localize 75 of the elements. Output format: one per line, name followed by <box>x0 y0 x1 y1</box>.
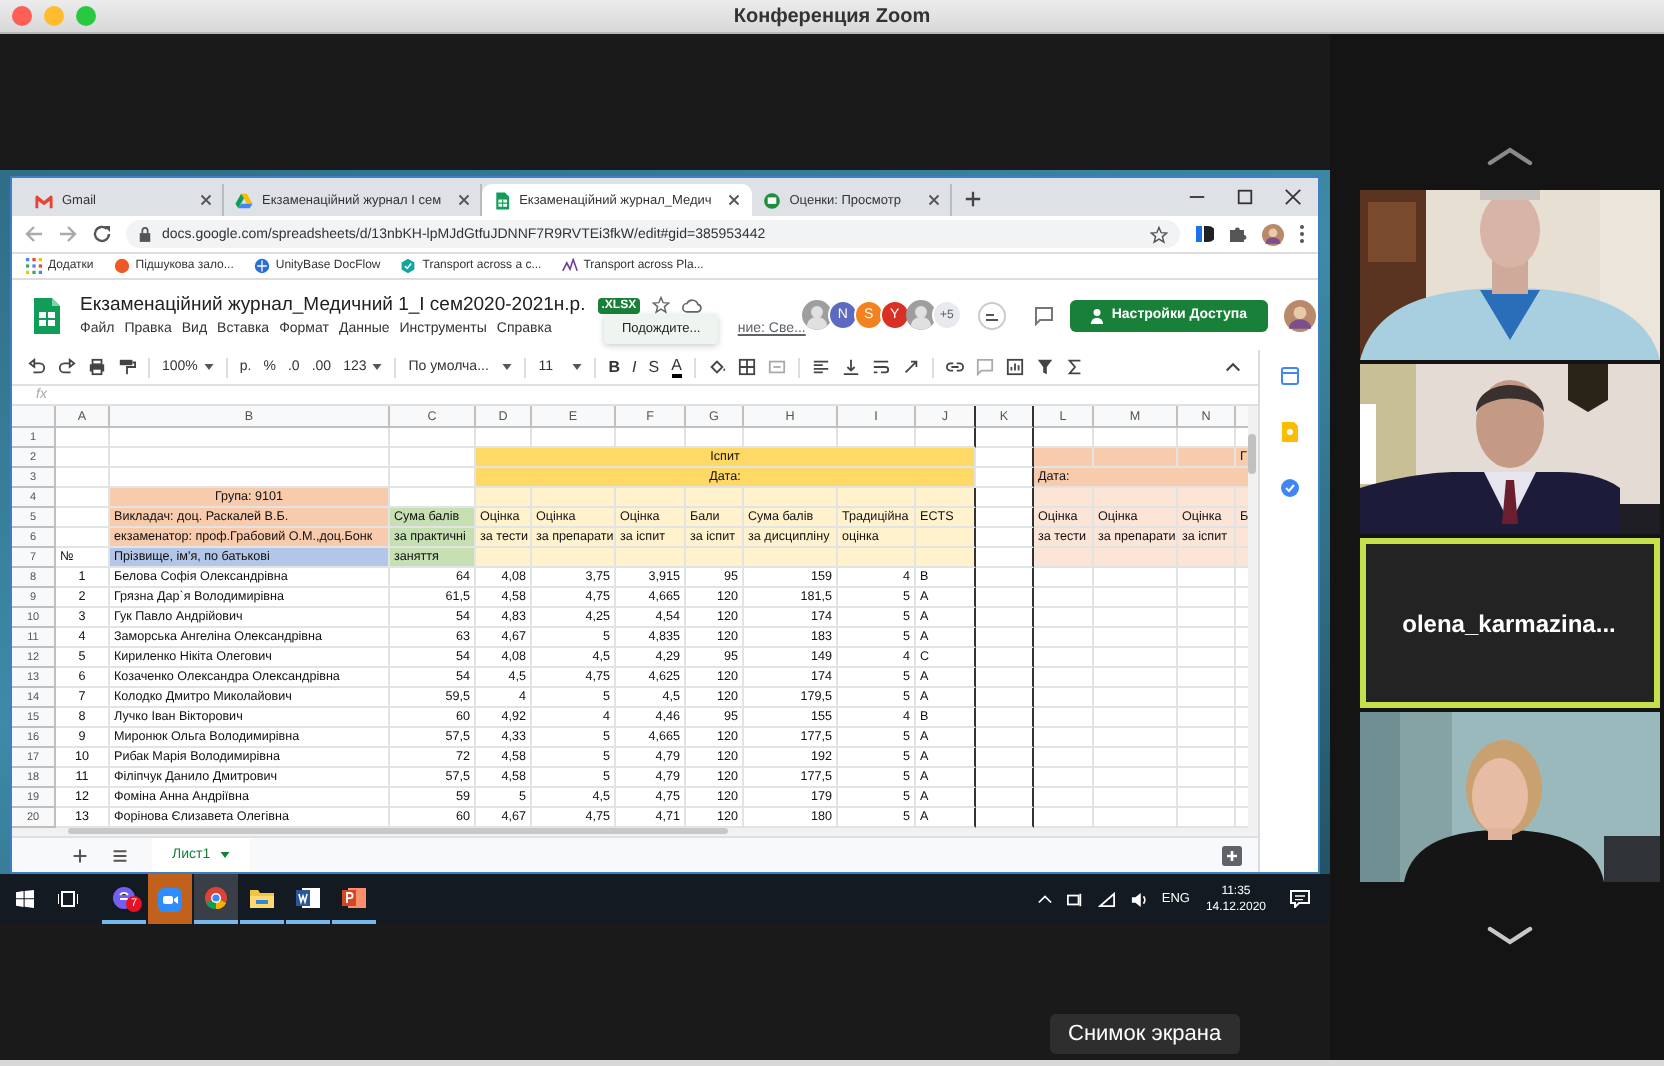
person-icon <box>1089 307 1104 323</box>
profile-avatar-icon[interactable] <box>1283 299 1316 331</box>
circle-icon <box>113 258 130 274</box>
profile-avatar-icon[interactable] <box>1262 223 1284 245</box>
apps-icon <box>26 258 42 274</box>
lock-icon <box>138 226 152 242</box>
plus-icon[interactable] <box>963 190 982 208</box>
sheet-list-icon[interactable] <box>112 847 128 863</box>
text-wrap-icon[interactable] <box>871 358 890 376</box>
caret-icon <box>572 364 583 370</box>
document-icon <box>296 885 320 909</box>
chevron-down-icon[interactable] <box>1485 926 1533 946</box>
caret-icon <box>203 364 214 370</box>
presentation-icon <box>342 885 366 909</box>
sheets-icon <box>491 191 512 209</box>
text-rotation-icon[interactable] <box>901 358 920 376</box>
caret-icon <box>372 364 383 370</box>
participant-name: olena_karmazina... <box>1402 609 1616 637</box>
chart-icon <box>561 258 578 274</box>
tasks-icon[interactable] <box>1279 478 1299 498</box>
star-icon[interactable] <box>1150 225 1168 243</box>
close-icon[interactable] <box>1284 188 1302 206</box>
text-color-button[interactable]: A <box>671 357 682 377</box>
star-icon[interactable] <box>652 296 671 314</box>
windows-start-icon[interactable] <box>16 890 34 908</box>
maximize-icon[interactable] <box>1236 188 1254 206</box>
sheets-logo-icon[interactable] <box>34 297 60 333</box>
link-icon[interactable] <box>945 358 964 376</box>
wifi-icon[interactable] <box>1097 891 1116 907</box>
user-avatar-icon[interactable] <box>801 300 832 330</box>
network-icon[interactable] <box>1065 891 1084 907</box>
print-icon[interactable] <box>88 358 106 376</box>
caret-icon <box>502 364 513 370</box>
filter-icon[interactable] <box>1035 358 1054 376</box>
paint-format-icon[interactable] <box>118 358 136 376</box>
add-sheet-icon[interactable] <box>72 847 88 863</box>
video-tile[interactable]: olena_karmazina... <box>1359 538 1659 708</box>
comment-icon[interactable] <box>1033 305 1054 325</box>
chrome-icon <box>204 885 228 909</box>
classroom-icon <box>761 191 782 209</box>
sigma-icon[interactable] <box>1065 358 1084 376</box>
menu-icon[interactable] <box>1298 224 1306 244</box>
chart-icon[interactable] <box>1005 358 1024 376</box>
hexagon-icon <box>400 258 417 274</box>
reload-icon[interactable] <box>92 224 112 244</box>
taskbar-app[interactable] <box>194 874 238 924</box>
fill-color-icon[interactable] <box>707 358 726 376</box>
notification-icon[interactable] <box>1290 890 1310 908</box>
video-camera-icon <box>158 887 182 911</box>
speaker-icon[interactable] <box>1129 891 1148 907</box>
caret-icon <box>220 852 231 858</box>
extension-icon[interactable] <box>1194 224 1214 244</box>
tooltip: Снимок экрана <box>1050 1014 1240 1054</box>
gmail-icon <box>34 191 54 209</box>
explore-icon[interactable] <box>1222 845 1242 865</box>
collapse-icon[interactable] <box>1224 358 1242 376</box>
borders-icon[interactable] <box>737 358 756 376</box>
window-title: Конференция Zoom <box>733 5 931 27</box>
align-left-icon[interactable] <box>811 358 830 376</box>
folder-icon <box>250 885 274 909</box>
cloud-icon[interactable] <box>682 297 703 313</box>
puzzle-icon[interactable] <box>1228 224 1248 244</box>
bold-button[interactable]: B <box>608 358 621 376</box>
drive-icon <box>234 191 254 209</box>
task-view-icon[interactable] <box>58 890 78 908</box>
user-avatar-icon[interactable] <box>905 300 936 330</box>
redo-icon[interactable] <box>58 358 76 376</box>
calendar-icon[interactable] <box>1279 366 1299 386</box>
italic-button[interactable]: I <box>632 358 637 376</box>
present-icon[interactable] <box>977 301 1006 329</box>
globe-icon <box>253 258 270 274</box>
undo-icon[interactable] <box>28 358 46 376</box>
vertical-align-icon[interactable] <box>841 358 860 376</box>
document-title[interactable]: Екзаменаційний журнал_Медичний 1_I сем2020-2021н.р. <box>80 294 586 316</box>
strikethrough-button[interactable]: S <box>648 358 660 376</box>
